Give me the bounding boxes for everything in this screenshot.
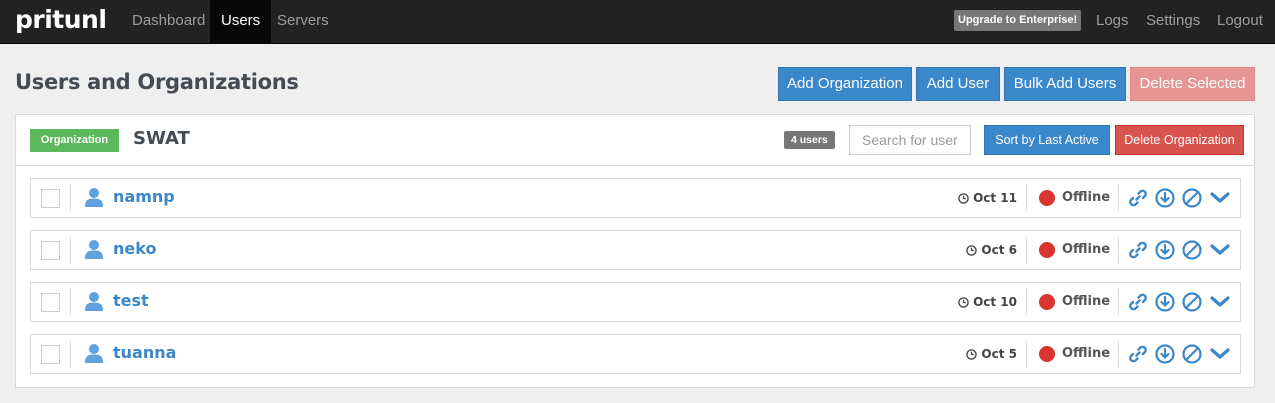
last-active: Oct 11 (958, 191, 1017, 205)
download-icon[interactable] (1155, 188, 1175, 208)
status-indicator (1039, 346, 1055, 362)
user-checkbox[interactable] (41, 189, 60, 208)
download-icon[interactable] (1155, 344, 1175, 364)
user-checkbox[interactable] (41, 241, 60, 260)
row-divider (1026, 184, 1027, 212)
link-icon[interactable] (1128, 188, 1148, 208)
disable-icon[interactable] (1182, 344, 1202, 364)
row-divider (70, 340, 71, 368)
last-active: Oct 6 (966, 243, 1017, 257)
page-title: Users and Organizations (15, 70, 299, 94)
download-icon[interactable] (1155, 240, 1175, 260)
brand-logo[interactable]: pritunl (15, 4, 107, 36)
row-divider (1026, 340, 1027, 368)
organization-name[interactable]: SWAT (133, 128, 190, 149)
search-input[interactable] (849, 125, 971, 155)
row-divider (70, 236, 71, 264)
add-organization-button[interactable]: Add Organization (778, 67, 912, 101)
clock-icon (958, 296, 969, 308)
chevron-down-icon[interactable] (1210, 292, 1230, 312)
clock-icon (966, 244, 978, 256)
row-divider (1118, 236, 1119, 264)
last-active-date: Oct 11 (973, 191, 1017, 205)
chevron-down-icon[interactable] (1210, 188, 1230, 208)
user-checkbox[interactable] (41, 345, 60, 364)
row-divider (1026, 288, 1027, 316)
user-name[interactable]: namnp (113, 187, 175, 206)
organization-header: Organization SWAT 4 users Sort by Last A… (16, 115, 1254, 166)
user-row[interactable]: namnp Oct 11 Offline (30, 178, 1241, 218)
last-active-date: Oct 5 (981, 347, 1017, 361)
status-text: Offline (1062, 190, 1111, 205)
status-text: Offline (1062, 346, 1111, 361)
nav-dashboard[interactable]: Dashboard (121, 0, 216, 44)
disable-icon[interactable] (1182, 188, 1202, 208)
user-row[interactable]: neko Oct 6 Offline (30, 230, 1241, 270)
navbar: pritunl Dashboard Users Servers Upgrade … (0, 0, 1275, 44)
organization-label: Organization (30, 129, 119, 152)
disable-icon[interactable] (1182, 240, 1202, 260)
status-indicator (1039, 294, 1055, 310)
link-icon[interactable] (1128, 344, 1148, 364)
user-name[interactable]: test (113, 291, 149, 310)
delete-selected-button[interactable]: Delete Selected (1130, 67, 1255, 101)
download-icon[interactable] (1155, 292, 1175, 312)
clock-icon (966, 348, 978, 360)
user-count-badge: 4 users (784, 131, 835, 149)
user-icon (85, 344, 103, 363)
nav-logs[interactable]: Logs (1085, 0, 1140, 44)
add-user-button[interactable]: Add User (916, 67, 1000, 101)
nav-servers[interactable]: Servers (266, 0, 340, 44)
user-row[interactable]: tuanna Oct 5 Offline (30, 334, 1241, 374)
user-icon (85, 292, 103, 311)
user-checkbox[interactable] (41, 293, 60, 312)
clock-icon (958, 192, 969, 204)
bulk-add-users-button[interactable]: Bulk Add Users (1004, 67, 1126, 101)
last-active: Oct 10 (958, 295, 1017, 309)
last-active-date: Oct 10 (973, 295, 1017, 309)
status-indicator (1039, 190, 1055, 206)
status-text: Offline (1062, 294, 1111, 309)
upgrade-badge[interactable]: Upgrade to Enterprise! (954, 10, 1082, 31)
user-row[interactable]: test Oct 10 Offline (30, 282, 1241, 322)
nav-logout[interactable]: Logout (1206, 0, 1274, 44)
row-divider (1118, 288, 1119, 316)
user-name[interactable]: neko (113, 239, 156, 258)
nav-settings[interactable]: Settings (1135, 0, 1211, 44)
link-icon[interactable] (1128, 292, 1148, 312)
row-divider (1026, 236, 1027, 264)
user-icon (85, 188, 103, 207)
row-divider (70, 184, 71, 212)
last-active: Oct 5 (966, 347, 1017, 361)
delete-organization-button[interactable]: Delete Organization (1115, 125, 1244, 155)
last-active-date: Oct 6 (981, 243, 1017, 257)
sort-last-active-button[interactable]: Sort by Last Active (984, 125, 1110, 155)
organization-panel: Organization SWAT 4 users Sort by Last A… (15, 114, 1255, 388)
user-name[interactable]: tuanna (113, 343, 176, 362)
link-icon[interactable] (1128, 240, 1148, 260)
chevron-down-icon[interactable] (1210, 240, 1230, 260)
status-text: Offline (1062, 242, 1111, 257)
disable-icon[interactable] (1182, 292, 1202, 312)
row-divider (70, 288, 71, 316)
user-icon (85, 240, 103, 259)
row-divider (1118, 340, 1119, 368)
status-indicator (1039, 242, 1055, 258)
nav-users[interactable]: Users (210, 0, 272, 44)
chevron-down-icon[interactable] (1210, 344, 1230, 364)
row-divider (1118, 184, 1119, 212)
